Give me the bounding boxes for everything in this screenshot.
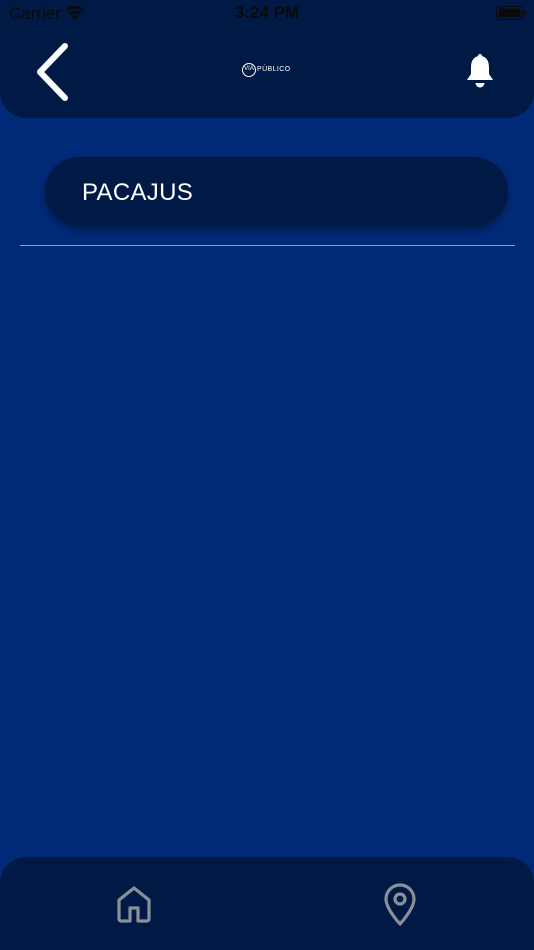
location-pin-icon (384, 883, 416, 926)
city-selector-button[interactable]: PACAJUS (45, 157, 508, 226)
notifications-button[interactable] (464, 54, 496, 90)
battery-full-icon (496, 6, 526, 20)
city-selector-label: PACAJUS (82, 179, 194, 206)
back-button[interactable] (30, 40, 78, 104)
nav-location-button[interactable] (381, 881, 419, 927)
divider (20, 245, 515, 246)
app-logo: VIA PÚBLICO (242, 63, 290, 79)
chevron-left-icon (37, 43, 68, 101)
bottom-navigation-bar (0, 857, 534, 950)
bell-icon (467, 54, 493, 88)
status-bar: Carrier 3:24 PM (0, 0, 534, 28)
logo-text-via: VIA (244, 66, 254, 72)
logo-text-publico: PÚBLICO (257, 66, 291, 73)
home-icon (117, 886, 151, 923)
nav-home-button[interactable] (114, 883, 154, 925)
status-time: 3:24 PM (234, 3, 300, 22)
